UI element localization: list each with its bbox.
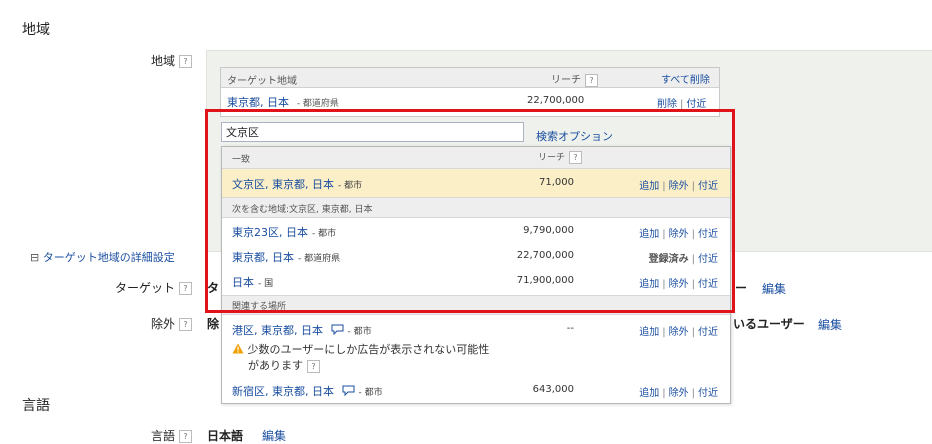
target-label-text: ターゲット [114, 281, 175, 295]
exclude-link[interactable]: 除外 [669, 388, 689, 399]
help-icon[interactable]: ? [179, 430, 192, 443]
suggestion-actions: 追加 | 除外 | 付近 [639, 327, 718, 338]
suggestion-place: 新宿区, 東京都, 日本 - 都市 [232, 383, 383, 399]
speech-bubble-icon [331, 324, 344, 338]
help-icon[interactable]: ? [179, 282, 192, 295]
exclude-option-fragment: 除 [207, 317, 220, 331]
language-label-text: 言語 [150, 429, 175, 443]
help-icon[interactable]: ? [179, 318, 192, 331]
suggestion-place: 港区, 東京都, 日本 - 都市 [232, 322, 372, 338]
region-label: 地域? [120, 52, 192, 69]
col-reach-text: リーチ [551, 75, 581, 86]
warning-icon [232, 343, 244, 357]
remove-all-link[interactable]: すべて削除 [661, 71, 710, 86]
warning-text-1: 少数のユーザーにしか広告が表示されない可能性 [247, 343, 490, 356]
low-reach-warning-cont: があります? [248, 357, 320, 373]
help-icon[interactable]: ? [307, 359, 320, 373]
language-label: 言語? [120, 427, 192, 444]
target-regions-header: ターゲット地域 リーチ? すべて削除 [221, 68, 719, 88]
col-reach: リーチ? [551, 71, 598, 87]
exclude-edit-link[interactable]: 編集 [818, 316, 842, 333]
target-region-place[interactable]: 東京都, 日本 [227, 96, 289, 109]
col-target-region: ターゲット地域 [227, 76, 297, 87]
add-link[interactable]: 追加 [639, 327, 659, 338]
target-label: ターゲット? [100, 279, 192, 296]
exclude-label-text: 除外 [150, 317, 175, 331]
highlight-annotation-box [205, 109, 735, 313]
add-link[interactable]: 追加 [639, 388, 659, 399]
target-region-actions: 削除 | 付近 [657, 99, 707, 110]
suggestion-reach: -- [566, 323, 574, 334]
suggestion-place-link[interactable]: 港区, 東京都, 日本 [232, 324, 323, 337]
target-region-kind: - 都道府県 [296, 99, 339, 109]
language-value: 日本語 [207, 429, 244, 443]
suggestion-place-link[interactable]: 新宿区, 東京都, 日本 [232, 385, 334, 398]
suggestion-row[interactable]: 新宿区, 東京都, 日本 - 都市 643,000 追加 | 除外 | 付近 [222, 379, 730, 401]
help-icon[interactable]: ? [585, 73, 598, 87]
language-section-title: 言語 [22, 398, 50, 414]
exclude-link[interactable]: 除外 [669, 327, 689, 338]
exclude-label: 除外? [100, 315, 192, 332]
advanced-region-toggle[interactable]: ⊟ ターゲット地域の詳細設定 [30, 249, 175, 265]
nearby-link[interactable]: 付近 [698, 327, 718, 338]
low-reach-warning: 少数のユーザーにしか広告が表示されない可能性 [232, 341, 489, 357]
suggestion-actions: 追加 | 除外 | 付近 [639, 388, 718, 399]
suggestion-reach: 643,000 [532, 384, 574, 395]
target-edit-link[interactable]: 編集 [762, 280, 786, 297]
warning-text-2: があります [248, 359, 303, 372]
help-icon[interactable]: ? [179, 55, 192, 68]
collapse-icon[interactable]: ⊟ [30, 251, 39, 264]
region-label-text: 地域 [150, 54, 175, 68]
speech-bubble-icon [342, 385, 355, 399]
target-option-tail: ー [735, 281, 748, 295]
suggestion-row[interactable]: 港区, 東京都, 日本 - 都市 -- 追加 | 除外 | 付近 少数のユーザーにしか広… [222, 317, 730, 377]
target-region-reach: 22,700,000 [527, 95, 585, 106]
target-region-row: 東京都, 日本 - 都道府県 22,700,000 削除 | 付近 [227, 94, 717, 110]
exclude-option-tail: いるユーザー [733, 317, 805, 331]
suggestion-kind: - 都市 [358, 388, 383, 398]
nearby-link[interactable]: 付近 [698, 388, 718, 399]
advanced-region-link[interactable]: ターゲット地域の詳細設定 [43, 251, 175, 264]
region-section-title: 地域 [22, 22, 50, 38]
language-edit-link[interactable]: 編集 [262, 427, 286, 444]
suggestion-kind: - 都市 [347, 327, 372, 337]
